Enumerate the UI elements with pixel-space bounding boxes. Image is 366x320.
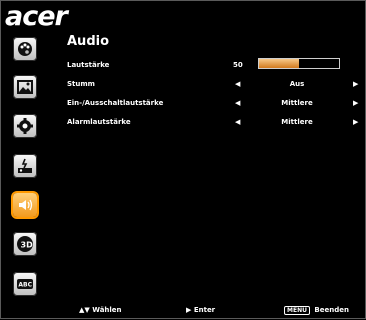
left-arrow-icon[interactable]: ◀	[235, 118, 240, 126]
right-arrow-icon[interactable]: ▶	[353, 80, 358, 88]
volume-slider-fill	[259, 59, 299, 68]
footer-hints: ▲▼ Wählen ▶ Enter MENU Beenden	[1, 300, 366, 320]
row-label: Alarmlautstärke	[67, 118, 131, 126]
tab-image[interactable]	[5, 73, 45, 101]
speaker-icon	[19, 199, 33, 211]
tab-management[interactable]	[5, 152, 45, 180]
tab-settings[interactable]	[5, 112, 45, 140]
abc-icon: ABC	[17, 279, 33, 289]
tab-color[interactable]	[5, 35, 45, 63]
hint-select: ▲▼ Wählen	[79, 306, 122, 314]
volume-slider[interactable]	[258, 58, 340, 69]
gear-icon	[17, 118, 33, 134]
power-volume-value: Mittlere	[281, 99, 313, 107]
projector-power-icon	[18, 158, 32, 173]
palette-icon	[18, 42, 32, 56]
row-power-volume[interactable]: Ein-/Ausschaltlautstärke ◀ Mittlere ▶	[67, 95, 362, 111]
svg-text:3D: 3D	[21, 241, 34, 250]
volume-value: 50	[233, 61, 243, 69]
row-lautstaerke[interactable]: Lautstärke 50	[67, 57, 362, 73]
row-label: Ein-/Ausschaltlautstärke	[67, 99, 164, 107]
mute-value: Aus	[289, 80, 305, 88]
brand-logo: acer	[5, 1, 68, 32]
osd-panel: acer 3D ABC Audio Lautstärke 50 Stumm ◀ …	[0, 0, 366, 319]
hint-enter: ▶ Enter	[186, 306, 215, 314]
left-arrow-icon[interactable]: ◀	[235, 99, 240, 107]
alarm-volume-value: Mittlere	[281, 118, 313, 126]
tab-language[interactable]: ABC	[5, 270, 45, 298]
left-arrow-icon[interactable]: ◀	[235, 80, 240, 88]
hint-enter-label: Enter	[193, 306, 216, 314]
hint-select-label: Wählen	[92, 306, 122, 314]
up-down-arrows-icon: ▲▼	[79, 306, 90, 314]
svg-text:ABC: ABC	[18, 282, 32, 289]
hint-exit: MENU Beenden	[284, 306, 349, 315]
tab-3d[interactable]: 3D	[5, 230, 45, 258]
enter-arrow-icon: ▶	[186, 306, 192, 314]
row-label: Stumm	[67, 80, 95, 88]
row-label: Lautstärke	[67, 61, 110, 69]
row-alarm-volume[interactable]: Alarmlautstärke ◀ Mittlere ▶	[67, 114, 362, 130]
menu-key: MENU	[284, 306, 310, 315]
tab-audio[interactable]	[5, 191, 45, 219]
row-stumm[interactable]: Stumm ◀ Aus ▶	[67, 76, 362, 92]
hint-exit-label: Beenden	[314, 306, 349, 314]
right-arrow-icon[interactable]: ▶	[353, 99, 358, 107]
right-arrow-icon[interactable]: ▶	[353, 118, 358, 126]
picture-icon	[17, 80, 33, 94]
3d-icon: 3D	[17, 236, 34, 252]
page-title: Audio	[67, 34, 110, 49]
